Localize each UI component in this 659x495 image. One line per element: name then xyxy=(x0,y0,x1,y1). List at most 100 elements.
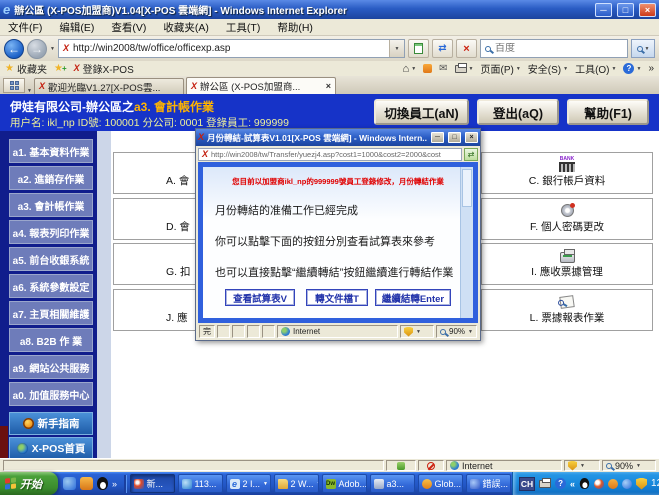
start-button[interactable]: 开始 xyxy=(0,472,58,495)
home-button[interactable]: ⌂▼ xyxy=(403,64,417,74)
grid-cell-bank-accounts[interactable]: BANK C. 銀行帳戶資料 xyxy=(481,152,653,194)
globe-icon xyxy=(17,443,28,454)
sidebar-item-a2[interactable]: a2. 進銷存作業 xyxy=(9,166,93,190)
logout-button[interactable]: 登出(aQ) xyxy=(477,99,559,125)
search-input[interactable] xyxy=(495,43,623,54)
sidebar-item-a3[interactable]: a3. 會計帳作業 xyxy=(9,193,93,217)
mail-icon[interactable]: ✉ xyxy=(439,64,447,74)
forward-button[interactable]: → xyxy=(27,39,47,59)
menu-file[interactable]: 文件(F) xyxy=(8,20,42,35)
export-file-button[interactable]: 轉文件檔T xyxy=(306,289,368,306)
dialog-close-button[interactable]: × xyxy=(465,132,478,143)
quick-tabs-button[interactable] xyxy=(3,78,25,93)
sidebar-item-home[interactable]: X-POS首頁 xyxy=(9,437,93,460)
view-trial-balance-button[interactable]: 查看試算表V xyxy=(225,289,295,306)
menu-view[interactable]: 查看(V) xyxy=(111,20,146,35)
protected-mode-button[interactable]: ▼ xyxy=(564,460,600,471)
history-dropdown-icon[interactable]: ▼ xyxy=(50,46,55,52)
task-button-error[interactable]: 錯誤... xyxy=(466,474,511,493)
task-button-glob[interactable]: Glob... xyxy=(418,474,463,493)
favorites-button[interactable]: ★ 收藏夹 xyxy=(5,61,47,76)
search-button[interactable]: ▼ xyxy=(631,39,655,58)
favorite-link-xpos[interactable]: X 登錄X-POS xyxy=(74,61,134,76)
dialog-content: 您目前以加盟商ikl_np的999999號員工登錄修改，月份轉結作業 月份轉結的… xyxy=(198,162,478,323)
cell-label: F. 個人密碼更改 xyxy=(482,219,652,234)
search-box[interactable] xyxy=(480,39,628,58)
task-button-a3[interactable]: a3... xyxy=(370,474,415,493)
dialog-address-field[interactable]: X http://win2008/tw/Transfer/yuezj4.asp?… xyxy=(198,148,462,161)
sidebar-item-a5[interactable]: a5. 前台收銀系統 xyxy=(9,247,93,271)
menu-favorites[interactable]: 收藏夹(A) xyxy=(163,20,209,35)
help-button[interactable]: 幫助(F1) xyxy=(567,99,649,125)
stop-button[interactable]: × xyxy=(456,39,477,58)
dialog-zoom-control[interactable]: 90% ▼ xyxy=(436,325,477,338)
sidebar-item-guide[interactable]: 新手指南 xyxy=(9,412,93,435)
dialog-maximize-button[interactable]: □ xyxy=(448,132,461,143)
language-indicator[interactable]: CH xyxy=(519,477,535,491)
overflow-chevron-icon[interactable]: » xyxy=(648,63,654,74)
tab-close-icon[interactable]: × xyxy=(326,81,331,91)
security-shield-icon[interactable] xyxy=(636,478,647,490)
switch-employee-button[interactable]: 切換員工(aN) xyxy=(374,99,469,125)
grid-cell-receivable-notes[interactable]: I. 應收票據管理 xyxy=(481,243,653,285)
task-button-1[interactable]: 新... xyxy=(130,474,175,493)
dialog-go-button[interactable]: ⇄ xyxy=(464,148,478,161)
add-favorite-button[interactable]: ★ + xyxy=(54,64,67,74)
address-dropdown[interactable]: ▼ xyxy=(389,40,404,57)
qq-tray-icon[interactable] xyxy=(580,478,589,489)
sidebar-item-a4[interactable]: a4. 報表列印作業 xyxy=(9,220,93,244)
overflow-chevron-icon[interactable]: » xyxy=(112,479,117,489)
zoom-control[interactable]: 90% ▼ xyxy=(602,460,656,471)
tray-icon[interactable] xyxy=(608,479,618,489)
dialog-title: 月份轉結-試算表V1.01[X-POS 雲端網] - Windows Inter… xyxy=(207,132,427,144)
task-button-2[interactable]: 113... xyxy=(178,474,223,493)
page-menu[interactable]: 页面(P)▼ xyxy=(480,61,520,76)
address-url[interactable]: http://win2008/tw/office/officexp.asp xyxy=(73,43,385,54)
compatibility-view-button[interactable] xyxy=(408,39,429,58)
help-tray-icon[interactable]: ? xyxy=(555,478,566,489)
task-button-adobe[interactable]: Dw Adob... xyxy=(322,474,367,493)
blocked-icon xyxy=(427,462,435,470)
sidebar-item-a1[interactable]: a1. 基本資料作業 xyxy=(9,139,93,163)
bank-icon: BANK xyxy=(559,157,575,172)
continue-transfer-button[interactable]: 繼續結轉Enter xyxy=(375,289,451,306)
safety-menu[interactable]: 安全(S)▼ xyxy=(528,61,568,76)
close-button[interactable]: × xyxy=(639,3,656,17)
task-group-explorer[interactable]: 2 W... ▼ xyxy=(274,474,319,493)
clock[interactable]: 12:17 xyxy=(651,478,659,489)
sidebar-item-a8[interactable]: a8. B2B 作 業 xyxy=(9,328,93,352)
task-group-ie[interactable]: e 2 I... ▼ xyxy=(226,474,271,493)
grid-cell-password-change[interactable]: F. 個人密碼更改 xyxy=(481,198,653,240)
menu-edit[interactable]: 编辑(E) xyxy=(59,20,94,35)
sidebar-item-a7[interactable]: a7. 主頁相關維護 xyxy=(9,301,93,325)
grid-cell-note-reports[interactable]: L. 票據報表作業 xyxy=(481,289,653,331)
sidebar-item-a9[interactable]: a9. 網站公共服務 xyxy=(9,355,93,379)
print-button[interactable]: ▼ xyxy=(455,65,474,73)
minimize-button[interactable]: ─ xyxy=(595,3,612,17)
tab-welcome[interactable]: X 歡迎光臨V1.27[X-POS雲... xyxy=(34,78,184,94)
address-bar[interactable]: X http://win2008/tw/office/officexp.asp … xyxy=(58,39,405,58)
dialog-status-bar: 完 Internet ▼ 90% ▼ xyxy=(196,323,480,340)
qq-icon[interactable] xyxy=(97,477,108,490)
dialog-minimize-button[interactable]: ─ xyxy=(431,132,444,143)
printer-tray-icon[interactable] xyxy=(539,480,551,488)
sidebar-item-a6[interactable]: a6. 系統參數設定 xyxy=(9,274,93,298)
help-menu[interactable]: ?▼ xyxy=(623,63,641,74)
dialog-scrollbar[interactable] xyxy=(460,167,473,318)
app-header: 伊娃有限公司-辦公區之a3. 會計帳作業 用户名: ikl_np ID號: 10… xyxy=(0,94,659,131)
sidebar-item-a0[interactable]: a0. 加值服務中心 xyxy=(9,382,93,406)
tray-icon[interactable] xyxy=(594,479,604,489)
refresh-button[interactable]: ⇄ xyxy=(432,39,453,58)
quick-launch-icon[interactable] xyxy=(80,477,93,490)
menu-help[interactable]: 帮助(H) xyxy=(277,20,313,35)
back-button[interactable]: ← xyxy=(4,39,24,59)
dialog-protected-mode[interactable]: ▼ xyxy=(400,325,434,338)
feeds-icon[interactable] xyxy=(423,64,432,73)
quick-launch-icon[interactable] xyxy=(63,477,76,490)
tools-menu[interactable]: 工具(O)▼ xyxy=(575,61,616,76)
tray-collapse-icon[interactable]: « xyxy=(570,479,575,489)
tab-office-active[interactable]: X 辦公區 (X-POS加盟商... × xyxy=(186,77,336,94)
menu-tools[interactable]: 工具(T) xyxy=(226,20,260,35)
tray-icon[interactable] xyxy=(622,479,632,489)
maximize-button[interactable]: □ xyxy=(617,3,634,17)
